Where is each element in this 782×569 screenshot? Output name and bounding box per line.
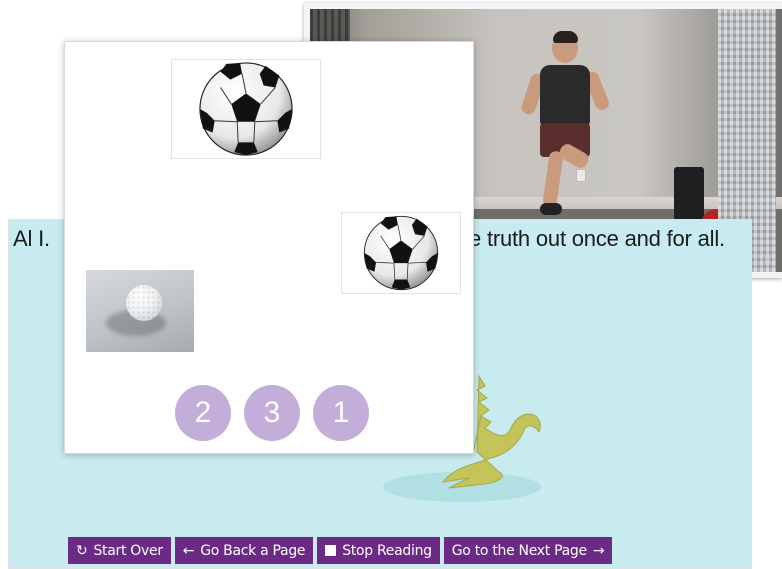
stop-icon <box>325 545 337 556</box>
answer-numbers: 2 3 1 <box>175 385 369 441</box>
number-button-3[interactable]: 3 <box>244 385 300 441</box>
golf-ball-image[interactable] <box>86 270 194 352</box>
person-hair <box>553 31 578 43</box>
arrow-right-icon: → <box>592 542 605 559</box>
story-text-right: e truth out once and for all. <box>469 226 725 251</box>
soccer-ball-icon <box>363 215 439 291</box>
arrow-left-icon: ← <box>182 542 195 559</box>
number-button-2[interactable]: 2 <box>175 385 231 441</box>
soccer-ball-icon <box>199 62 293 156</box>
reader-controls: ↻ Start Over ← Go Back a Page Stop Readi… <box>68 537 613 564</box>
soccer-ball-image-large[interactable] <box>171 59 321 159</box>
video-person <box>519 31 612 231</box>
quiz-card: 2 3 1 <box>64 41 474 454</box>
soccer-ball-image-small[interactable] <box>341 212 461 294</box>
stop-reading-button[interactable]: Stop Reading <box>317 537 440 564</box>
stop-reading-label: Stop Reading <box>342 542 432 559</box>
next-page-button[interactable]: Go to the Next Page → <box>443 537 613 564</box>
next-page-label: Go to the Next Page <box>451 542 587 559</box>
start-over-label: Start Over <box>93 542 163 559</box>
go-back-label: Go Back a Page <box>200 542 306 559</box>
person-leg-left <box>542 150 564 208</box>
person-torso <box>540 65 590 127</box>
refresh-icon: ↻ <box>76 542 88 559</box>
person-shoe <box>540 203 562 215</box>
number-button-1[interactable]: 1 <box>313 385 369 441</box>
video-controls[interactable]: ▫ ⁞ <box>764 256 776 266</box>
golf-ball-icon <box>126 285 162 321</box>
video-speaker <box>674 167 704 225</box>
go-back-button[interactable]: ← Go Back a Page <box>174 537 314 564</box>
story-text-left: Al I. <box>13 226 50 251</box>
start-over-button[interactable]: ↻ Start Over <box>68 537 171 564</box>
